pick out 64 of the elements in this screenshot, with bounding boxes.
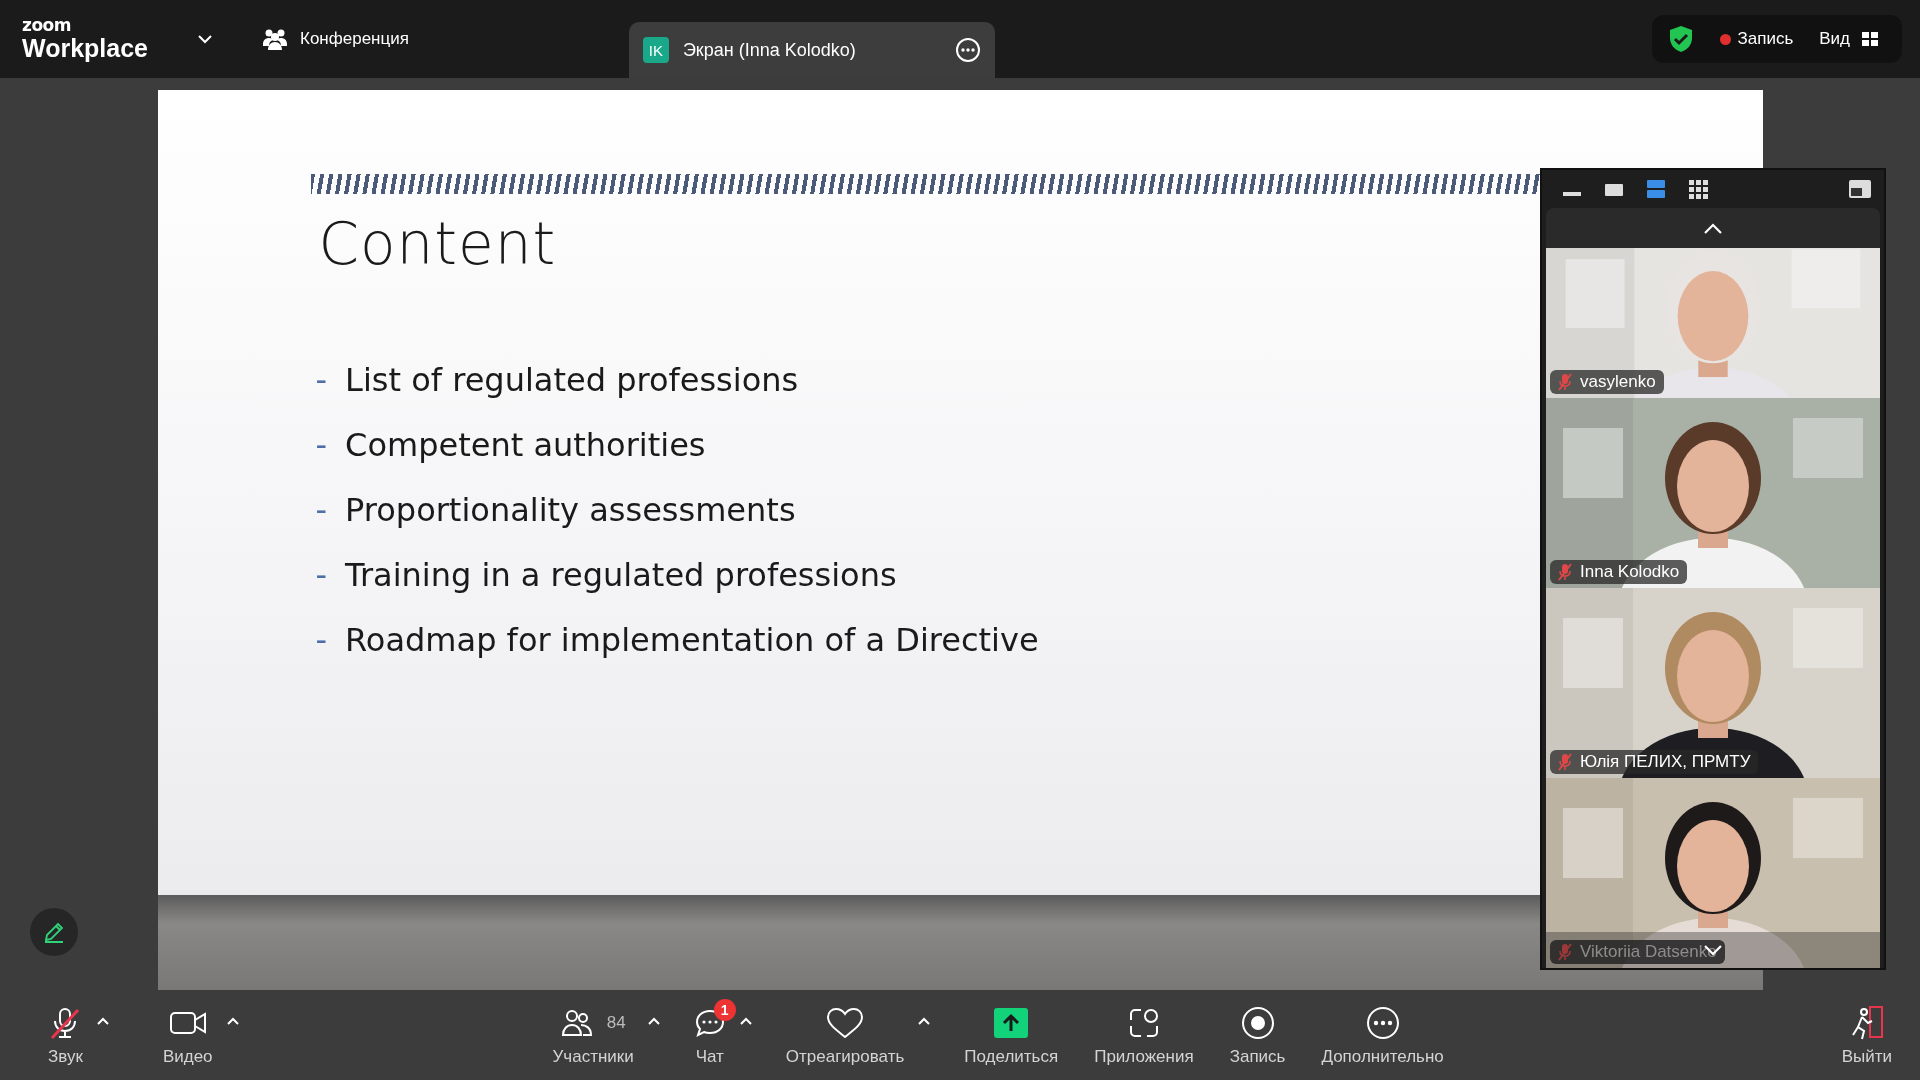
participants-button[interactable]: 84 Участники xyxy=(544,999,642,1071)
leave-button[interactable]: Выйти xyxy=(1833,999,1900,1071)
caret-up-icon[interactable] xyxy=(226,1017,239,1025)
caret-up-icon[interactable] xyxy=(96,1017,109,1025)
minimize-icon xyxy=(1563,192,1581,196)
grid-icon xyxy=(1862,32,1878,46)
single-view-icon xyxy=(1604,181,1624,197)
audio-button[interactable]: Звук xyxy=(40,999,91,1071)
meeting-tab[interactable]: Конференция xyxy=(262,22,409,56)
chevron-up-icon xyxy=(1704,222,1722,234)
slide-bullet-text: Competent authorities xyxy=(345,425,706,465)
dash-bullet: - xyxy=(315,490,328,530)
participant-name: Юлія ПЕЛИХ, ПРМТУ xyxy=(1550,750,1759,774)
video-tile[interactable]: Юлія ПЕЛИХ, ПРМТУ xyxy=(1546,588,1880,778)
view-button[interactable]: Вид xyxy=(1819,29,1878,49)
chat-button[interactable]: 1 Чат xyxy=(685,999,734,1071)
dash-bullet: - xyxy=(315,425,328,465)
video-tile[interactable]: vasylenko xyxy=(1546,248,1880,398)
participant-name: vasylenko xyxy=(1550,370,1664,394)
pop-out-icon[interactable] xyxy=(1848,179,1872,199)
record-icon xyxy=(1240,1006,1275,1040)
slide-bullet-text: Proportionality assessments xyxy=(345,490,796,530)
grid-view-icon xyxy=(1688,179,1708,199)
recording-indicator[interactable]: Запись xyxy=(1720,29,1794,49)
people-icon xyxy=(560,1008,593,1038)
dash-bullet: - xyxy=(315,555,328,595)
heart-icon xyxy=(826,1007,865,1039)
caret-up-icon[interactable] xyxy=(739,1017,752,1025)
share-screen-icon xyxy=(993,1007,1030,1039)
shield-icon[interactable] xyxy=(1668,25,1695,53)
apps-button[interactable]: Приложения xyxy=(1086,999,1202,1071)
dash-bullet: - xyxy=(315,620,328,660)
record-button[interactable]: Запись xyxy=(1221,999,1294,1071)
more-icon[interactable] xyxy=(954,37,981,63)
participant-count: 84 xyxy=(606,1013,626,1033)
react-button[interactable]: Отреагировать xyxy=(777,999,913,1071)
annotate-button[interactable] xyxy=(30,908,78,956)
zoom-logo: zoom Workplace xyxy=(22,17,148,61)
slide-bullet-text: Training in a regulated professions xyxy=(345,555,897,595)
video-tile[interactable]: Inna Kolodko xyxy=(1546,398,1880,588)
video-tile[interactable]: Viktoriia Datsenko xyxy=(1546,778,1880,968)
more-icon xyxy=(1365,1006,1400,1040)
screen-share-tab[interactable]: IK Экран (Inna Kolodko) xyxy=(628,22,995,78)
slide-bullet-text: Roadmap for implementation of a Directive xyxy=(345,620,1039,660)
camera-icon xyxy=(168,1009,207,1037)
share-button[interactable]: Поделиться xyxy=(956,999,1067,1071)
slide-title: Content xyxy=(318,210,557,278)
more-button[interactable]: Дополнительно xyxy=(1313,999,1452,1071)
participant-name: Inna Kolodko xyxy=(1550,560,1688,584)
chevron-down-icon[interactable] xyxy=(198,34,212,44)
caret-up-icon[interactable] xyxy=(918,1017,931,1025)
pencil-icon xyxy=(42,920,66,944)
scroll-down-button[interactable] xyxy=(1546,932,1880,968)
stacked-view-icon xyxy=(1646,179,1666,199)
participant-name: Viktoriia Datsenko xyxy=(1550,940,1725,964)
video-button[interactable]: Видео xyxy=(154,999,221,1071)
initials-avatar: IK xyxy=(642,37,669,63)
caret-up-icon[interactable] xyxy=(647,1017,660,1025)
slide-bullet-text: List of regulated professions xyxy=(345,360,799,400)
unread-badge: 1 xyxy=(713,999,736,1021)
share-tab-label: Экран (Inna Kolodko) xyxy=(682,39,856,61)
chat-bubble-icon xyxy=(693,1007,726,1039)
dash-bullet: - xyxy=(315,360,328,400)
people-icon xyxy=(262,28,288,50)
